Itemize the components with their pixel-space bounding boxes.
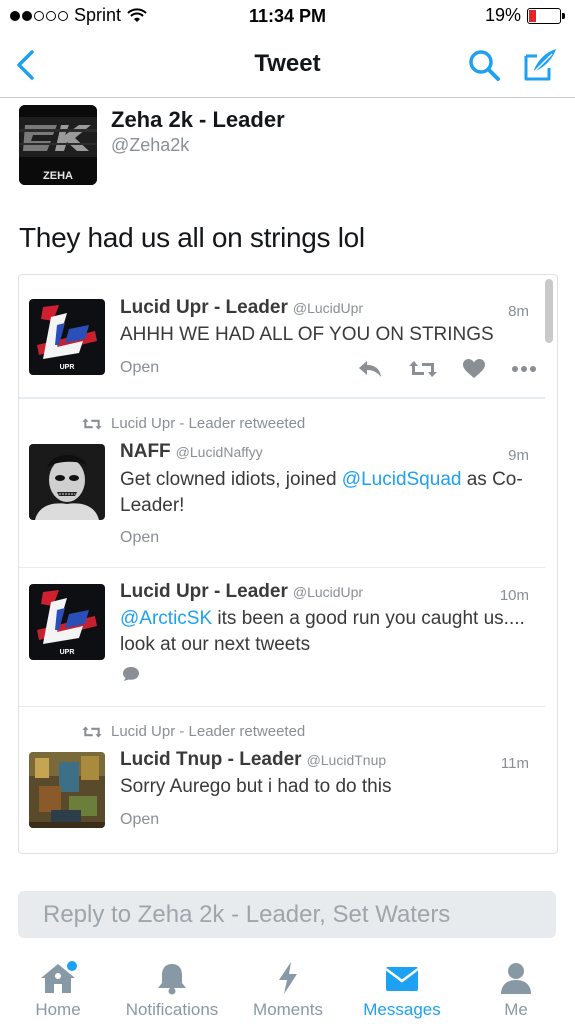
author-name[interactable]: Zeha 2k - Leader: [111, 107, 285, 133]
open-link[interactable]: Open: [120, 359, 159, 377]
timeline-tweet[interactable]: UPR Lucid Upr - Leader @LucidUpr 8m AHHH …: [19, 275, 545, 398]
tab-label: Moments: [253, 1000, 323, 1019]
mention-link[interactable]: @ArcticSK: [120, 608, 212, 629]
lightning-icon: [279, 962, 297, 994]
open-link[interactable]: Open: [120, 811, 159, 829]
avatar[interactable]: UPR: [29, 584, 105, 660]
tweet-actions: [357, 359, 537, 379]
retweet-icon[interactable]: [409, 359, 437, 379]
retweet-context: Lucid Upr - Leader retweeted: [81, 723, 305, 740]
author-name: NAFF: [120, 441, 171, 462]
tab-moments[interactable]: Moments: [246, 958, 330, 1020]
battery-info: 19%: [484, 5, 565, 26]
avatar-label: UPR: [60, 649, 75, 656]
tweet-body: AHHH WE HAD ALL OF YOU ON STRINGS: [120, 324, 494, 345]
timeline-tweet[interactable]: UPR Lucid Upr - Leader @LucidUpr 10m @Arc…: [19, 567, 545, 707]
tab-messages[interactable]: Messages: [358, 958, 446, 1020]
person-icon: [501, 963, 531, 994]
tweet-author-name[interactable]: Lucid Upr - Leader @LucidUpr: [120, 297, 363, 319]
mention-link[interactable]: @LucidSquad: [342, 469, 462, 490]
search-icon[interactable]: [467, 48, 501, 82]
retweet-context: Lucid Upr - Leader retweeted: [81, 415, 305, 432]
conversation-icon[interactable]: [122, 666, 140, 682]
retweet-context-label: Lucid Upr - Leader retweeted: [111, 723, 306, 740]
more-icon[interactable]: [511, 359, 537, 379]
avatar[interactable]: UPR: [29, 299, 105, 375]
author-name: Lucid Tnup - Leader: [120, 749, 302, 770]
author-name: Lucid Upr - Leader: [120, 297, 288, 318]
tweet-time: 9m: [508, 447, 529, 464]
nav-bar: Tweet: [0, 34, 575, 98]
avatar[interactable]: [29, 444, 105, 520]
tab-label: Messages: [363, 1000, 441, 1019]
compose-icon[interactable]: [522, 46, 558, 82]
open-link[interactable]: Open: [120, 529, 159, 547]
tweet-author-name[interactable]: Lucid Upr - Leader @LucidUpr: [120, 581, 363, 603]
battery-icon: [527, 7, 565, 24]
tweet-text: They had us all on strings lol: [19, 222, 365, 253]
tweet-body: Get clowned idiots, joined @LucidSquad a…: [120, 467, 530, 519]
tweet-author-name[interactable]: Lucid Tnup - Leader @LucidTnup: [120, 749, 386, 771]
tweet-time: 8m: [508, 303, 529, 320]
bell-icon: [158, 964, 186, 995]
avatar-label: UPR: [60, 364, 75, 371]
retweet-icon: [82, 725, 102, 738]
envelope-icon: [385, 967, 419, 991]
author-handle: @LucidUpr: [292, 300, 364, 316]
timeline-tweet[interactable]: Lucid Upr - Leader retweeted Lucid Tnup …: [19, 706, 545, 853]
like-icon[interactable]: [463, 359, 485, 379]
status-bar: Sprint 11:34 PM 19%: [0, 0, 575, 34]
tab-bar: Home Notifications Moments Messages Me: [0, 948, 575, 1024]
author-handle: @LucidNaffyy: [175, 444, 263, 460]
retweet-context-label: Lucid Upr - Leader retweeted: [111, 415, 306, 432]
tweet-time: 10m: [499, 587, 529, 604]
author-handle: @LucidTnup: [306, 752, 387, 768]
tweet-body: @ArcticSK its been a good run you caught…: [120, 606, 530, 658]
author-handle: @LucidUpr: [292, 584, 364, 600]
tweet-author-name[interactable]: NAFF @LucidNaffyy: [120, 441, 263, 463]
tab-notifications[interactable]: Notifications: [116, 958, 228, 1020]
tab-label: Home: [35, 1000, 81, 1019]
tab-me[interactable]: Me: [486, 958, 546, 1020]
tweet-author: ZEHA Zeha 2k - Leader @Zeha2k: [19, 105, 559, 187]
scrollbar[interactable]: [545, 279, 553, 343]
reply-input[interactable]: Reply to Zeha 2k - Leader, Set Waters: [18, 891, 556, 938]
tab-label: Me: [504, 1000, 528, 1019]
reply-icon[interactable]: [357, 359, 383, 379]
body-text: Get clowned idiots, joined: [120, 469, 342, 490]
tweet-time: 11m: [500, 755, 529, 772]
avatar[interactable]: [29, 752, 105, 828]
tweet-body: Sorry Aurego but i had to do this: [120, 776, 392, 797]
tab-home[interactable]: Home: [18, 958, 98, 1020]
timeline-tweet[interactable]: Lucid Upr - Leader retweeted NAFF @LucidN…: [19, 398, 545, 568]
battery-percent: 19%: [484, 5, 521, 25]
embedded-timeline[interactable]: UPR Lucid Upr - Leader @LucidUpr 8m AHHH …: [18, 274, 558, 854]
home-icon: [41, 961, 77, 993]
tab-label: Notifications: [125, 1000, 219, 1019]
author-avatar[interactable]: ZEHA: [19, 105, 97, 185]
author-avatar-text: ZEHA: [43, 170, 73, 182]
author-name: Lucid Upr - Leader: [120, 581, 288, 602]
author-handle[interactable]: @Zeha2k: [111, 135, 189, 156]
retweet-icon: [82, 417, 102, 430]
